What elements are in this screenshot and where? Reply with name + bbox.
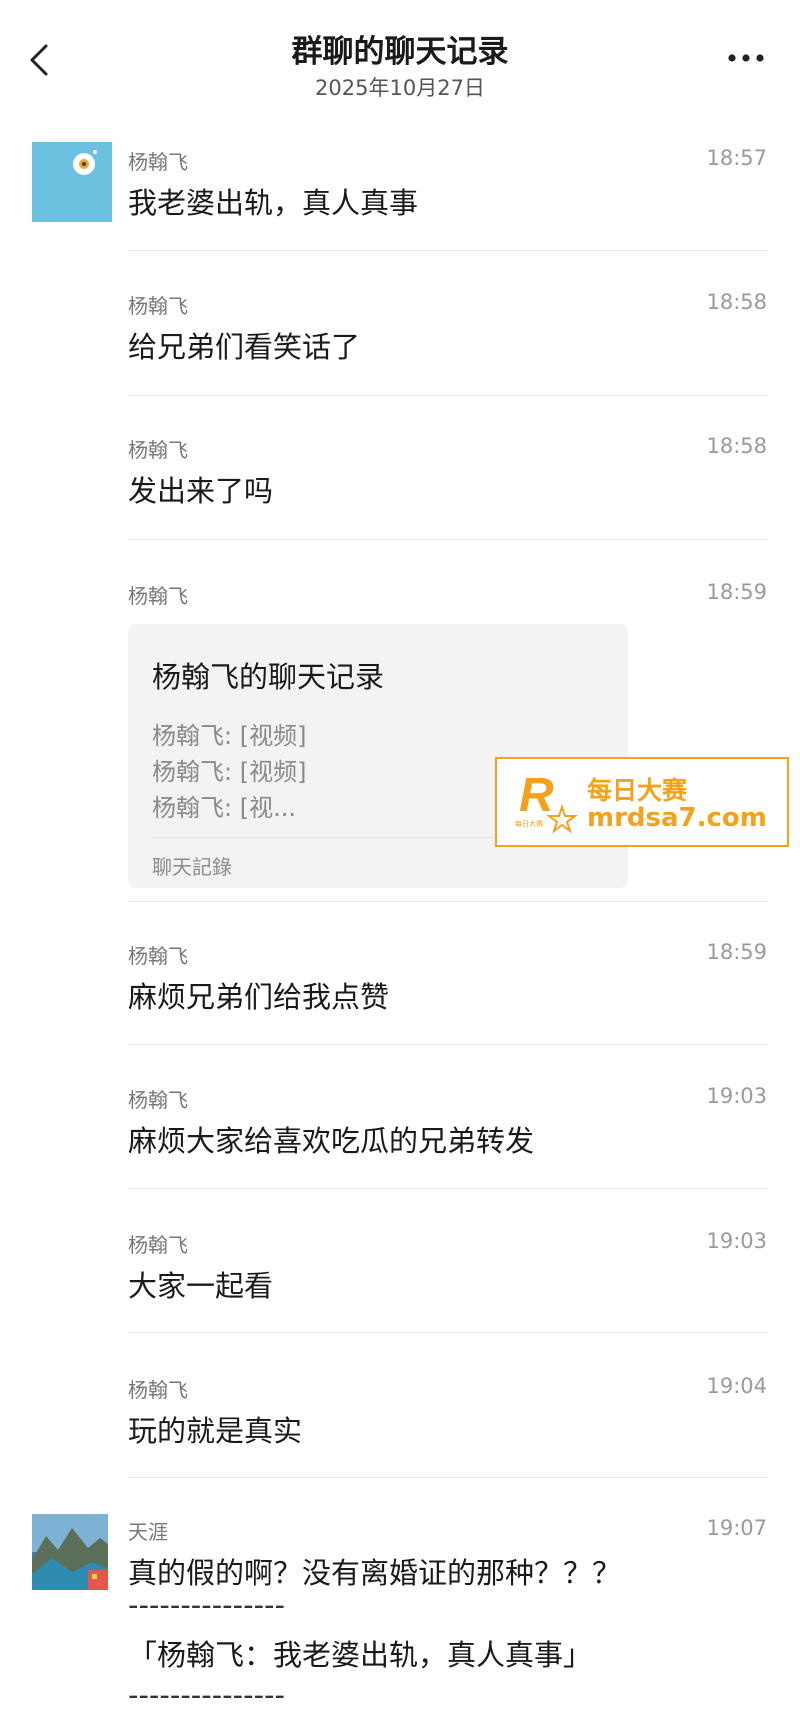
quoted-message: 「杨翰飞：我老婆出轨，真人真事」 [128,1638,593,1672]
sender-name: 杨翰飞 [128,1233,188,1257]
message-item[interactable]: 杨翰飞 18:59 麻烦兄弟们给我点赞 [0,940,800,1050]
divider [128,1044,768,1045]
message-text: 玩的就是真实 [128,1414,303,1448]
sender-name: 杨翰飞 [128,944,188,968]
message-time: 18:59 [706,940,767,964]
message-text: 我老婆出轨，真人真事 [128,186,419,220]
divider [128,1188,768,1189]
avatar-image [32,142,112,222]
card-footer-label: 聊天記錄 [152,855,232,879]
divider [128,1477,768,1478]
message-item[interactable]: 杨翰飞 18:58 发出来了吗 [0,434,800,544]
message-text: 麻烦兄弟们给我点赞 [128,980,390,1014]
message-time: 19:04 [706,1374,767,1398]
message-text: 给兄弟们看笑话了 [128,330,361,364]
svg-text:R: R [519,769,554,822]
message-item[interactable]: 杨翰飞 19:03 麻烦大家给喜欢吃瓜的兄弟转发 [0,1084,800,1194]
card-preview-line: 杨翰飞: [视频] [152,722,307,750]
sender-name: 杨翰飞 [128,1088,188,1112]
divider [128,539,768,540]
sender-name: 杨翰飞 [128,584,188,608]
more-button[interactable] [724,46,768,70]
divider [128,901,768,902]
svg-text:每日大赛: 每日大赛 [515,819,543,828]
watermark-banner: R 每日大赛 每日大赛 mrdsa7.com [495,757,789,847]
message-item[interactable]: 杨翰飞 18:57 我老婆出轨，真人真事 [0,142,800,256]
divider [128,250,768,251]
page-title: 群聊的聊天记录 [291,34,509,70]
sender-name: 杨翰飞 [128,438,188,462]
card-preview-line: 杨翰飞: [视频] [152,758,307,786]
avatar[interactable] [32,142,112,222]
message-item[interactable]: 杨翰飞 18:59 杨翰飞的聊天记录 杨翰飞: [视频] 杨翰飞: [视频] 杨… [0,580,800,905]
watermark-url: mrdsa7.com [587,803,767,833]
sender-name: 杨翰飞 [128,294,188,318]
watermark-brand: 每日大赛 [587,776,688,805]
message-text: 大家一起看 [128,1269,274,1303]
sender-name: 天涯 [128,1520,168,1544]
avatar[interactable] [32,1514,108,1590]
page-date: 2025年10月27日 [315,76,485,100]
message-text: 真的假的啊？没有离婚证的那种？？？ [128,1556,622,1590]
message-item[interactable]: 杨翰飞 19:04 玩的就是真实 [0,1374,800,1484]
card-preview-line: 杨翰飞: [视... [152,794,296,822]
divider [128,395,768,396]
divider [128,1332,768,1333]
sender-name: 杨翰飞 [128,1378,188,1402]
message-item[interactable]: 杨翰飞 19:03 大家一起看 [0,1229,800,1339]
card-title: 杨翰飞的聊天记录 [152,660,385,694]
message-time: 18:59 [706,580,767,604]
message-time: 18:57 [706,146,767,170]
avatar-image [32,1514,108,1590]
message-time: 19:03 [706,1229,767,1253]
message-item[interactable]: 杨翰飞 18:58 给兄弟们看笑话了 [0,290,800,400]
watermark-logo: R 每日大赛 [515,769,578,834]
message-text: 发出来了吗 [128,474,274,508]
message-item[interactable]: 天涯 19:07 真的假的啊？没有离婚证的那种？？？ -------------… [0,1514,800,1715]
message-time: 19:07 [706,1516,767,1540]
message-time: 18:58 [706,290,767,314]
quote-separator: --------------- [128,1588,285,1622]
header: 群聊的聊天记录 2025年10月27日 [0,0,800,110]
message-time: 18:58 [706,434,767,458]
more-horizontal-icon [728,54,764,62]
quote-separator: --------------- [128,1678,285,1712]
message-time: 19:03 [706,1084,767,1108]
message-text: 麻烦大家给喜欢吃瓜的兄弟转发 [128,1124,535,1158]
sender-name: 杨翰飞 [128,150,188,174]
chat-history-card[interactable]: 杨翰飞的聊天记录 杨翰飞: [视频] 杨翰飞: [视频] 杨翰飞: [视... … [128,624,628,888]
